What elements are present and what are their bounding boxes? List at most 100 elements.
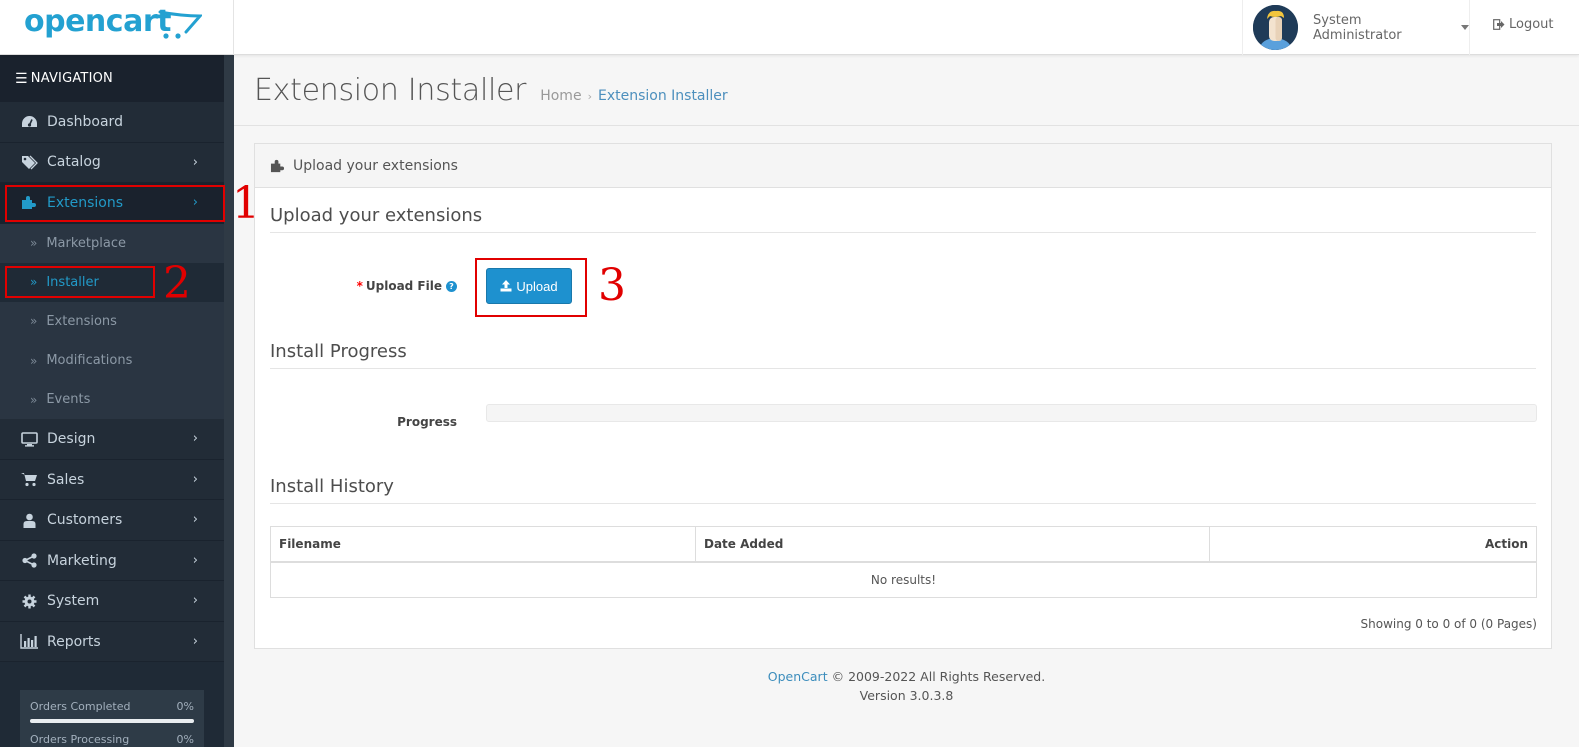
install-history-table: Filename Date Added Action No results! (270, 526, 1537, 598)
sidebar-item-marketing[interactable]: Marketing › (0, 540, 224, 582)
chevron-right-icon: › (192, 431, 198, 447)
history-section-title: Install History (270, 476, 1536, 504)
installer-panel: Upload your extensions Upload your exten… (254, 143, 1552, 649)
caret-down-icon (1461, 25, 1469, 30)
help-question-icon[interactable]: ? (446, 281, 457, 292)
chevron-right-icon: › (192, 593, 198, 609)
stat-progress-bar (30, 719, 194, 723)
annotation-number-2: 2 (163, 258, 191, 309)
navigation-heading-label: NAVIGATION (30, 71, 113, 86)
upload-section-title: Upload your extensions (270, 205, 1536, 233)
stat-orders-completed: Orders Completed 0% (30, 700, 194, 713)
table-header-row: Filename Date Added Action (270, 526, 1537, 563)
sidebar-item-dashboard[interactable]: Dashboard (0, 102, 224, 143)
double-chevron-icon: » (30, 236, 38, 251)
user-icon (20, 512, 38, 528)
sign-out-icon (1493, 19, 1505, 30)
user-menu-dropdown[interactable]: System Administrator (1242, 0, 1470, 55)
stat-label: Orders Processing (30, 733, 130, 746)
upload-file-label-text: Upload File (365, 279, 442, 293)
annotation-box-extensions (5, 185, 225, 222)
chevron-right-icon: › (192, 633, 198, 649)
install-progress-bar (486, 404, 1537, 422)
submenu-item-marketplace[interactable]: » Marketplace (0, 224, 224, 263)
tags-icon (20, 154, 38, 170)
sidebar-item-label: Marketing (47, 552, 117, 569)
stat-orders-processing: Orders Processing 0% (30, 733, 194, 746)
desktop-icon (20, 431, 38, 447)
double-chevron-icon: » (30, 392, 38, 407)
chevron-right-icon: › (192, 471, 198, 487)
sidebar-item-sales[interactable]: Sales › (0, 459, 224, 501)
sidebar-item-reports[interactable]: Reports › (0, 621, 224, 663)
chevron-right-icon: › (192, 154, 198, 170)
submenu-item-events[interactable]: » Events (0, 380, 224, 419)
page-header: Extension Installer Home › Extension Ins… (254, 73, 728, 108)
logout-label: Logout (1509, 17, 1554, 32)
gear-icon (20, 593, 38, 609)
share-icon (20, 553, 38, 569)
opencart-logo[interactable]: opencart (0, 0, 234, 55)
copyright-text: © 2009-2022 All Rights Reserved. (831, 669, 1046, 684)
hamburger-icon: ☰ (15, 70, 28, 87)
breadcrumb: Home › Extension Installer (540, 88, 727, 104)
submenu-item-label: Extensions (46, 313, 117, 329)
required-asterisk: * (356, 279, 363, 293)
submenu-item-modifications[interactable]: » Modifications (0, 341, 224, 380)
sidebar-item-label: Catalog (47, 154, 101, 171)
user-avatar-icon (1253, 5, 1298, 50)
page-footer: OpenCart © 2009-2022 All Rights Reserved… (234, 667, 1579, 705)
extensions-submenu: » Marketplace » Installer » Extensions »… (0, 223, 224, 420)
version-text: Version 3.0.3.8 (859, 688, 954, 703)
stat-value: 0% (176, 733, 194, 746)
top-header: opencart System Administrator Logout (0, 0, 1579, 55)
sidebar-item-label: Sales (47, 471, 85, 488)
progress-section-title: Install Progress (270, 341, 1536, 369)
sidebar-item-catalog[interactable]: Catalog › (0, 142, 224, 183)
sidebar-item-design[interactable]: Design › (0, 419, 224, 460)
cart-icon (20, 472, 38, 488)
submenu-item-label: Marketplace (46, 235, 127, 251)
cart-logo-icon (158, 10, 202, 39)
table-row: No results! (270, 561, 1537, 598)
sidebar-item-system[interactable]: System › (0, 581, 224, 622)
breadcrumb-home[interactable]: Home (540, 88, 581, 104)
sidebar-item-label: Dashboard (47, 113, 123, 130)
column-header-action: Action (1209, 526, 1537, 563)
submenu-item-label: Events (46, 392, 91, 408)
sidebar-item-label: Design (47, 431, 96, 448)
opencart-footer-link[interactable]: OpenCart (768, 669, 828, 684)
order-stats-widget: Orders Completed 0% Orders Processing 0% (20, 690, 204, 747)
stat-label: Orders Completed (30, 700, 131, 713)
column-header-filename[interactable]: Filename (270, 526, 696, 563)
double-chevron-icon: » (30, 353, 38, 368)
avatar (1253, 5, 1298, 50)
submenu-item-label: Modifications (46, 353, 133, 369)
empty-results-cell: No results! (270, 561, 1537, 598)
panel-heading-title: Upload your extensions (293, 157, 458, 174)
main-content: Extension Installer Home › Extension Ins… (234, 55, 1579, 747)
double-chevron-icon: » (30, 314, 38, 329)
sidebar-navigation: ☰ NAVIGATION Dashboard Catalog › Extensi… (0, 55, 234, 747)
pagination-summary: Showing 0 to 0 of 0 (0 Pages) (1360, 617, 1537, 631)
panel-heading: Upload your extensions (255, 144, 1551, 188)
dashboard-icon (20, 114, 38, 130)
sidebar-item-label: Reports (47, 633, 101, 650)
annotation-number-1: 1 (232, 178, 260, 229)
breadcrumb-current[interactable]: Extension Installer (598, 88, 728, 104)
logout-link[interactable]: Logout (1493, 17, 1554, 32)
user-name: System Administrator (1313, 12, 1402, 43)
sidebar-item-customers[interactable]: Customers › (0, 500, 224, 541)
annotation-number-3: 3 (598, 260, 626, 311)
chevron-right-icon: › (192, 552, 198, 568)
column-header-date-added[interactable]: Date Added (695, 526, 1210, 563)
chevron-right-icon: › (192, 512, 198, 528)
breadcrumb-separator-icon: › (587, 90, 592, 103)
sidebar-item-label: System (47, 593, 100, 610)
puzzle-icon (270, 159, 285, 173)
header-divider (234, 125, 1579, 126)
bar-chart-icon (20, 634, 38, 650)
progress-label: Progress (397, 415, 457, 429)
upload-file-label: * Upload File? (315, 279, 457, 293)
annotation-box-upload (475, 258, 587, 317)
